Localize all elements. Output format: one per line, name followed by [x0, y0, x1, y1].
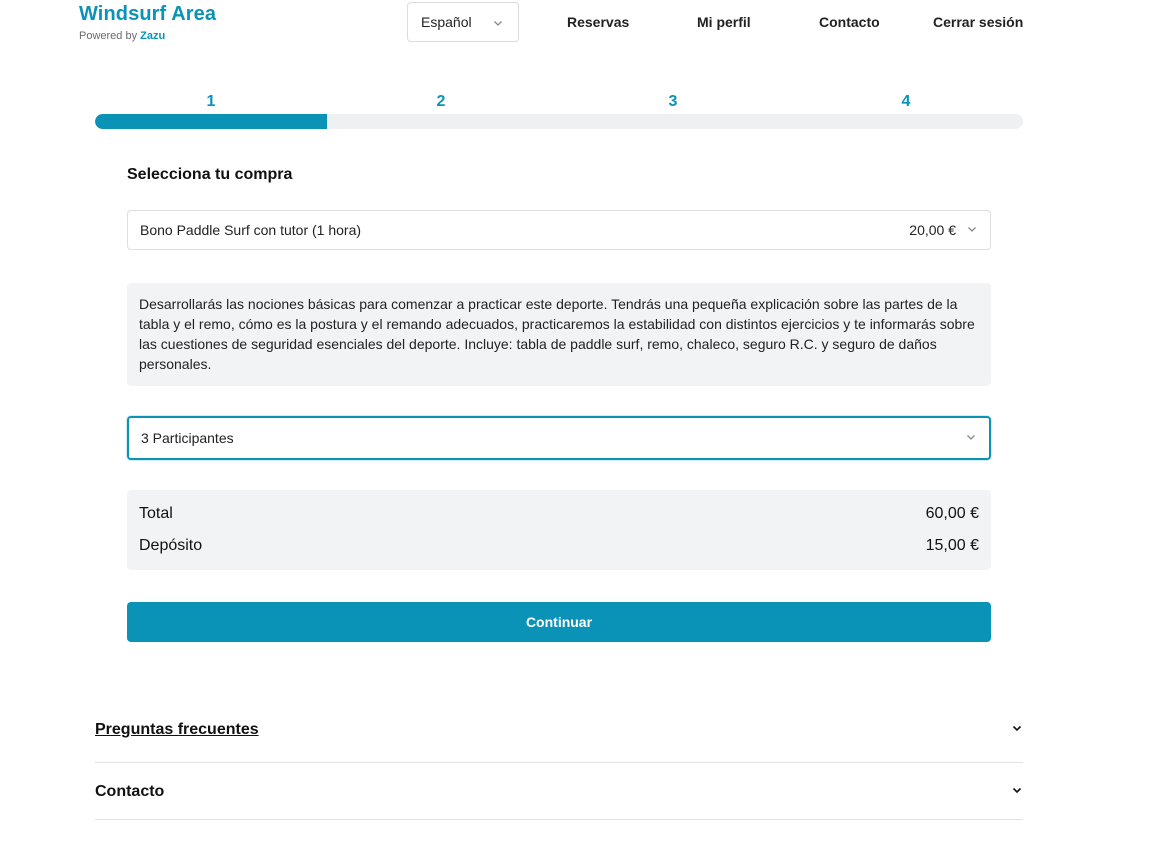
nav-logout[interactable]: Cerrar sesión [933, 14, 1023, 30]
faq-title: Preguntas frecuentes [95, 721, 259, 738]
step-3-label: 3 [668, 93, 678, 110]
nav-reservas[interactable]: Reservas [567, 14, 629, 30]
brand-title: Windsurf Area [79, 3, 217, 25]
total-value: 60,00 € [925, 505, 979, 522]
deposit-row: Depósito 15,00 € [139, 530, 979, 562]
faq-accordion[interactable]: Preguntas frecuentes [95, 716, 1023, 744]
step-1-label: 1 [206, 93, 216, 110]
product-select[interactable]: Bono Paddle Surf con tutor (1 hora) 20,0… [127, 210, 991, 250]
total-label: Total [139, 505, 173, 522]
step-4-label: 4 [901, 93, 911, 110]
participants-value: 3 Participantes [141, 430, 234, 446]
language-value: Español [421, 14, 472, 30]
powered-by: Powered by Zazu [79, 30, 216, 42]
chevron-down-icon [966, 222, 978, 238]
step-2-label: 2 [436, 93, 446, 110]
language-select[interactable]: Español [407, 2, 519, 42]
chevron-down-icon [965, 430, 977, 446]
continue-button[interactable]: Continuar [127, 602, 991, 642]
price-summary: Total 60,00 € Depósito 15,00 € [127, 490, 991, 570]
step-progress: 1 2 3 4 [95, 93, 1023, 129]
product-price: 20,00 € [909, 222, 956, 238]
divider [95, 762, 1023, 763]
powered-by-prefix: Powered by [79, 30, 138, 42]
brand-logo[interactable]: Windsurf Area Powered by Zazu [79, 3, 216, 42]
nav-mi-perfil[interactable]: Mi perfil [697, 14, 751, 30]
total-row: Total 60,00 € [139, 498, 979, 530]
chevron-down-icon [492, 16, 504, 32]
contact-title: Contacto [95, 783, 165, 800]
powered-by-name[interactable]: Zazu [140, 30, 165, 42]
deposit-label: Depósito [139, 537, 203, 554]
deposit-value: 15,00 € [925, 537, 979, 554]
product-name: Bono Paddle Surf con tutor (1 hora) [140, 222, 362, 238]
divider [95, 819, 1023, 820]
nav-contacto[interactable]: Contacto [819, 14, 880, 30]
product-description: Desarrollarás las nociones básicas para … [127, 283, 991, 386]
progress-track [95, 114, 1023, 129]
participants-select[interactable]: 3 Participantes [127, 416, 991, 460]
chevron-down-icon [1011, 783, 1023, 801]
section-title: Selecciona tu compra [127, 166, 293, 183]
contact-accordion[interactable]: Contacto [95, 780, 1023, 804]
chevron-down-icon [1011, 721, 1023, 739]
progress-fill [95, 114, 327, 129]
